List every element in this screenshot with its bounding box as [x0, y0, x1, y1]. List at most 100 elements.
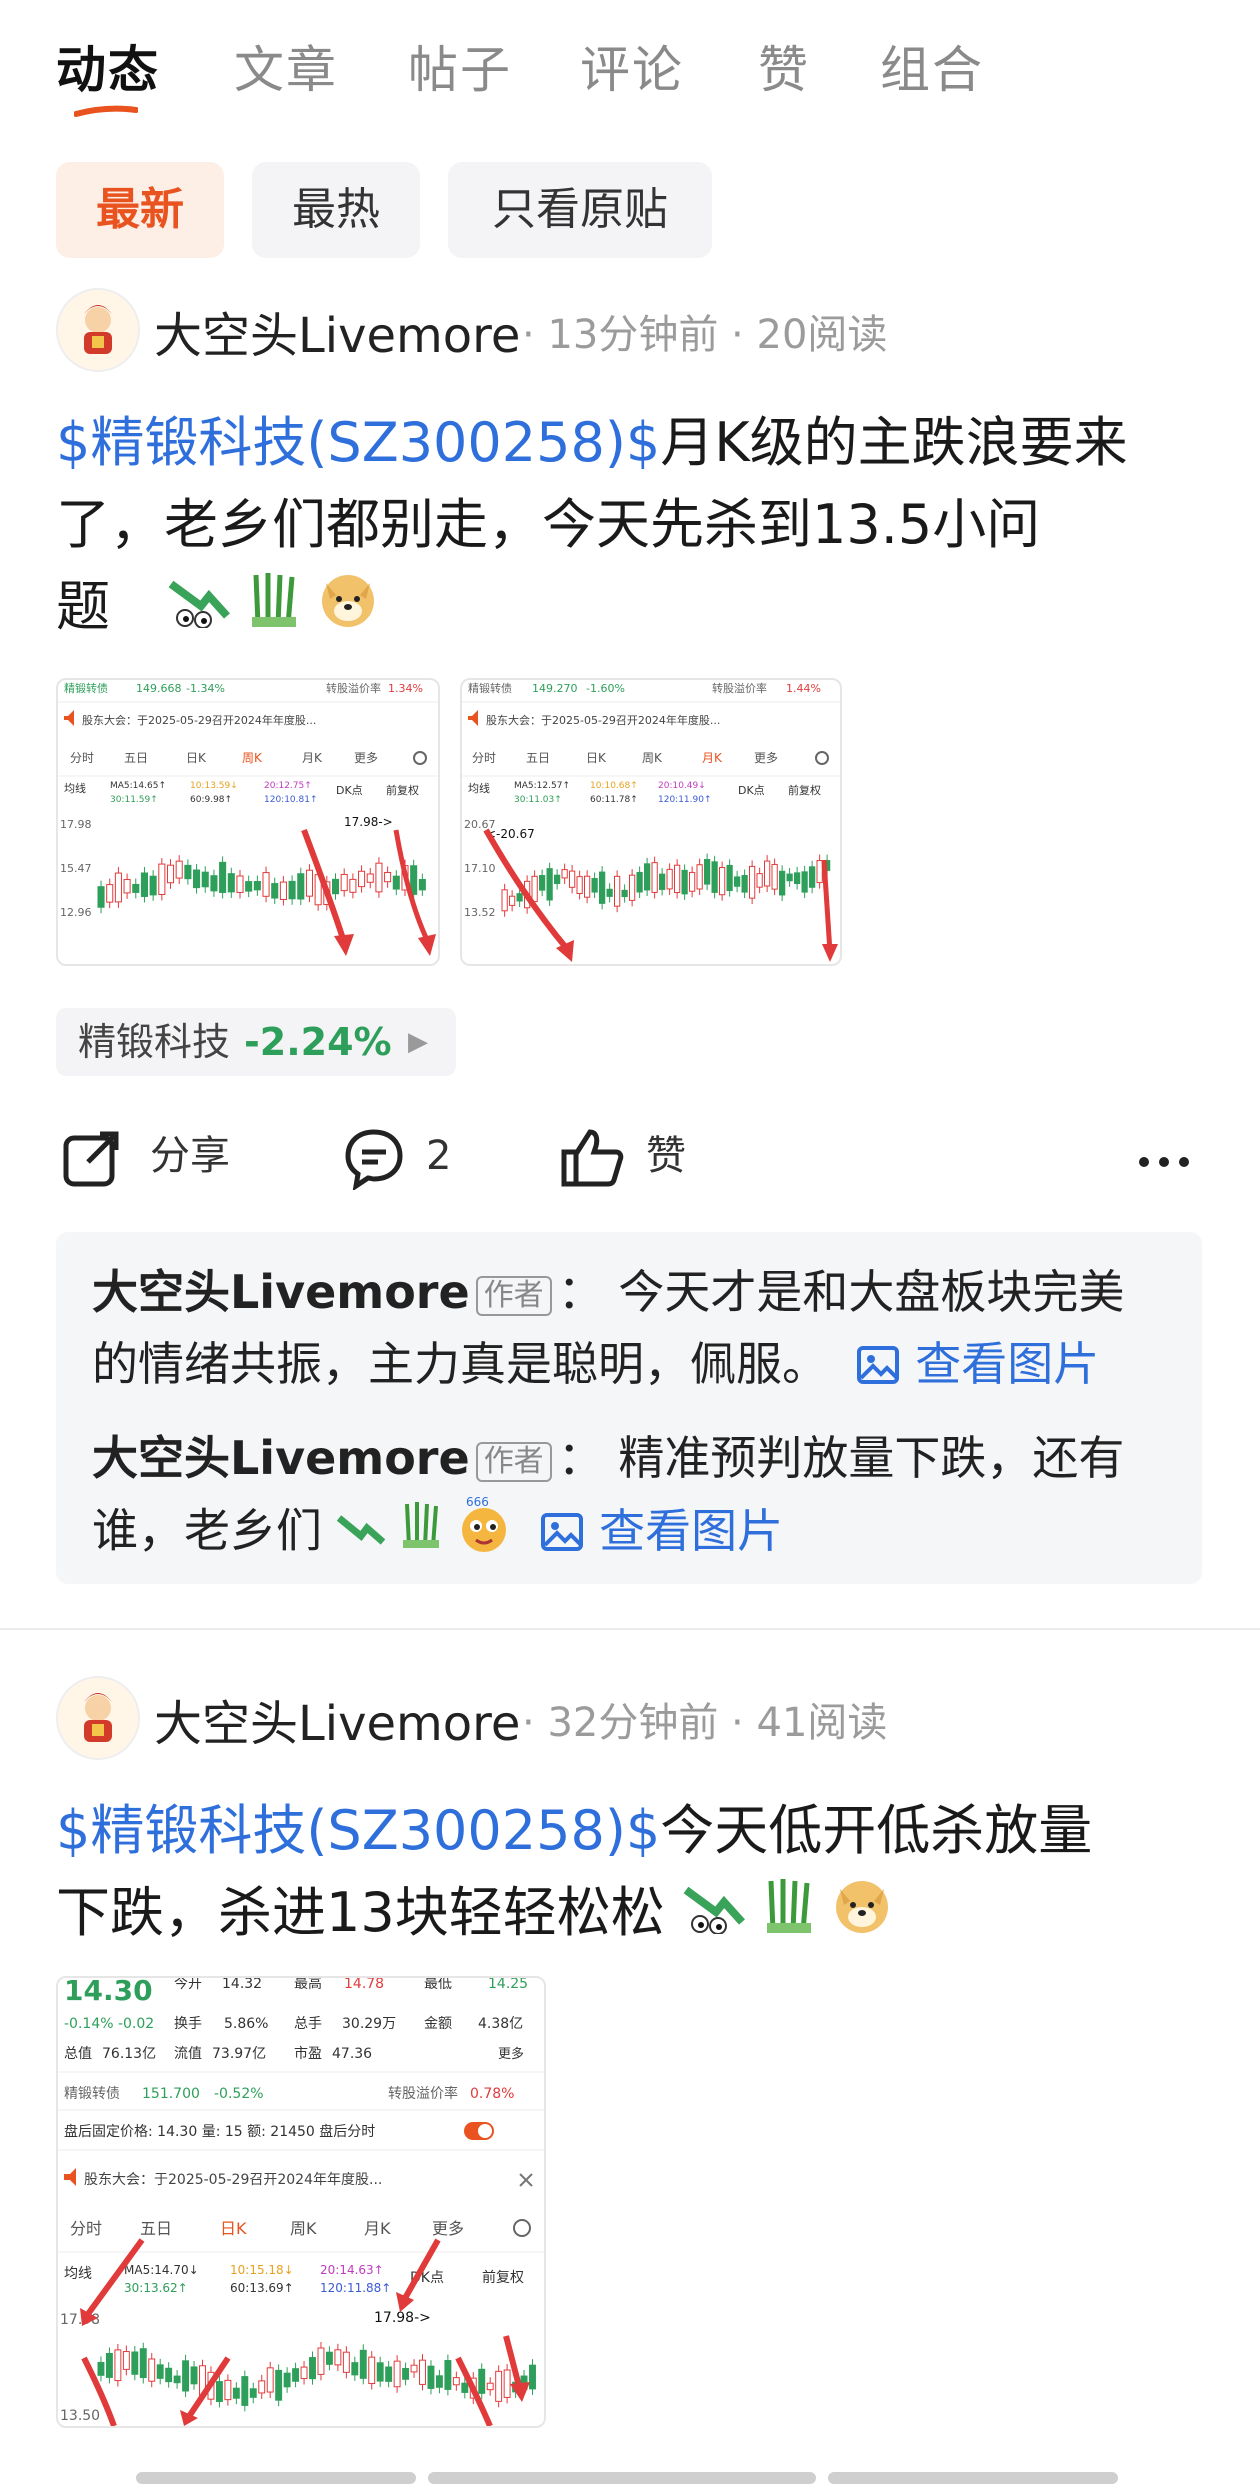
candle-body — [584, 875, 591, 898]
post-text-3: 题 — [56, 575, 110, 638]
filter-latest[interactable]: 最新 — [56, 162, 224, 258]
candle-body — [764, 860, 771, 887]
chart-image-2[interactable]: 精锻转债 149.270 -1.60% 转股溢价率 1.44% 股东大会：于20… — [460, 678, 842, 966]
candle-body — [358, 870, 366, 888]
candle-body — [614, 875, 621, 907]
quote-value: 4.38亿 — [478, 2016, 523, 2032]
view-image-label: 查看图片 — [915, 1337, 1100, 1391]
tab-portfolio[interactable]: 组合 — [880, 30, 984, 102]
leek-emoji-icon — [401, 1498, 441, 1570]
tab-posts[interactable]: 帖子 — [408, 30, 512, 102]
candle-body — [644, 863, 651, 891]
ma-label: 均线 — [468, 781, 490, 795]
quote-label: 市盈 — [294, 2045, 322, 2062]
ma-value: 20:12.75↑ — [264, 781, 312, 791]
view-image-link[interactable]: 查看图片 — [843, 1337, 1100, 1391]
comment-author[interactable]: 大空头Livemore — [92, 1431, 470, 1485]
period-tab-active: 周K — [242, 751, 263, 765]
comment-item[interactable]: 大空头Livemore 作者： 精准预判放量下跌，还有 谁，老乡们 666 查看图… — [92, 1422, 1182, 1574]
quote-value: 14.78 — [344, 1978, 384, 1992]
candle-body — [435, 2375, 443, 2388]
candle-body — [275, 2369, 283, 2401]
candle-body — [402, 2368, 410, 2380]
more-button[interactable] — [1136, 1120, 1196, 1192]
period-tab: 分时 — [472, 751, 496, 765]
filter-original-only[interactable]: 只看原贴 — [448, 162, 712, 258]
bond-price: 151.700 — [142, 2086, 200, 2102]
avatar[interactable] — [56, 1676, 140, 1760]
comment-author[interactable]: 大空头Livemore — [92, 1265, 470, 1319]
tab-dynamic[interactable]: 动态 — [56, 30, 160, 102]
bond-pct: -0.52% — [214, 2086, 264, 2102]
ma-value: 120:11.88↑ — [320, 2281, 391, 2295]
candle-body — [376, 2362, 384, 2382]
tab-articles[interactable]: 文章 — [234, 30, 338, 102]
ma-value: 20:10.49↓ — [658, 781, 706, 791]
candle-body — [569, 870, 576, 888]
post-reads: 20阅读 — [756, 312, 888, 358]
comment-preview-box[interactable]: 大空头Livemore 作者： 今天才是和大盘板块完美 的情绪共振，主力真是聪明，… — [56, 1232, 1202, 1584]
chart-image-1[interactable]: 精锻转债 149.668 -1.34% 转股溢价率 1.34% 股东大会：于20… — [56, 678, 440, 966]
candle-body — [131, 2351, 139, 2375]
avatar[interactable] — [56, 288, 140, 372]
chevron-right-icon: ▶ — [408, 1027, 428, 1057]
candle-body — [503, 2369, 511, 2398]
candle-body — [410, 2364, 418, 2373]
post-meta: · 13分钟前 · 20阅读 — [522, 312, 888, 358]
comment-text: 精准预判放量下跌，还有 — [618, 1431, 1125, 1485]
candle-body — [340, 873, 348, 892]
candle-body — [393, 2360, 401, 2388]
candle-body — [704, 859, 711, 885]
candle-body — [418, 878, 426, 891]
candle-body — [114, 872, 122, 903]
post-body[interactable]: $精锻科技(SZ300258)$今天低开低杀放量 下跌，杀进13块轻轻松松 — [56, 1790, 1206, 1958]
speaker-icon — [468, 710, 478, 726]
candle-body — [591, 878, 598, 893]
candle-body — [606, 888, 613, 897]
bond-header: 精锻转债 — [468, 681, 512, 695]
candle-body — [516, 893, 523, 902]
candle-body — [342, 2351, 350, 2373]
candle-body — [419, 2359, 426, 2385]
ma-value: 60:13.69↑ — [230, 2281, 294, 2295]
comment-item[interactable]: 大空头Livemore 作者： 今天才是和大盘板块完美 的情绪共振，主力真是聪明，… — [92, 1256, 1182, 1400]
quote-label: 总值 — [64, 2046, 92, 2062]
quote-value: 14.32 — [222, 1978, 262, 1992]
candle-body — [771, 863, 778, 890]
stock-link[interactable]: $精锻科技(SZ300258)$ — [56, 411, 660, 474]
share-button[interactable]: 分享 — [60, 1120, 240, 1192]
candle-body — [232, 2387, 240, 2399]
candle-body — [681, 869, 688, 895]
kline-chart-2: 精锻转债 149.270 -1.60% 转股溢价率 1.44% 股东大会：于20… — [462, 681, 840, 962]
candle-body — [546, 868, 553, 901]
tab-likes[interactable]: 赞 — [758, 30, 810, 102]
post-body[interactable]: $精锻科技(SZ300258)$月K级的主跌浪要来 了，老乡们都别走，今天先杀到… — [56, 402, 1206, 652]
candle-body — [258, 2380, 266, 2394]
y-tick: 17.98 — [60, 2312, 100, 2328]
tab-comments[interactable]: 评论 — [580, 30, 684, 102]
post-author[interactable]: 大空头Livemore — [154, 296, 520, 366]
stock-link[interactable]: $精锻科技(SZ300258)$ — [56, 1799, 660, 1862]
y-tick: 15.47 — [60, 862, 92, 875]
stock-tag[interactable]: 精锻科技 -2.24% ▶ — [56, 1008, 456, 1076]
comment-button[interactable]: 2 — [342, 1120, 502, 1192]
filter-hottest[interactable]: 最热 — [252, 162, 420, 258]
ma-value: 10:13.59↓ — [190, 781, 238, 791]
comment-text: 今天才是和大盘板块完美 — [618, 1265, 1125, 1319]
notice-text: 股东大会：于2025-05-29召开2024年年度股... — [82, 713, 316, 727]
more-icon — [1139, 1157, 1189, 1167]
period-tab: 五日 — [526, 751, 550, 765]
bond-price: 149.668 — [136, 682, 182, 695]
post-author[interactable]: 大空头Livemore — [154, 1684, 520, 1754]
image-icon — [856, 1346, 899, 1384]
active-tab-indicator — [74, 105, 138, 117]
post-text-2: 下跌，杀进13块轻轻松松 — [56, 1881, 665, 1944]
chart-image-3[interactable]: 14.30 -0.14% -0.02 总值 76.13亿 今开 14.32 最高… — [56, 1976, 546, 2428]
candle-body — [509, 895, 516, 906]
candle-body — [368, 2356, 376, 2385]
view-image-link[interactable]: 查看图片 — [527, 1504, 783, 1558]
like-button[interactable]: 赞 — [560, 1120, 720, 1192]
quote-value: 47.36 — [332, 2046, 372, 2062]
premium-value: 1.34% — [388, 682, 423, 695]
ma-value: MA5:12.57↑ — [514, 781, 570, 791]
